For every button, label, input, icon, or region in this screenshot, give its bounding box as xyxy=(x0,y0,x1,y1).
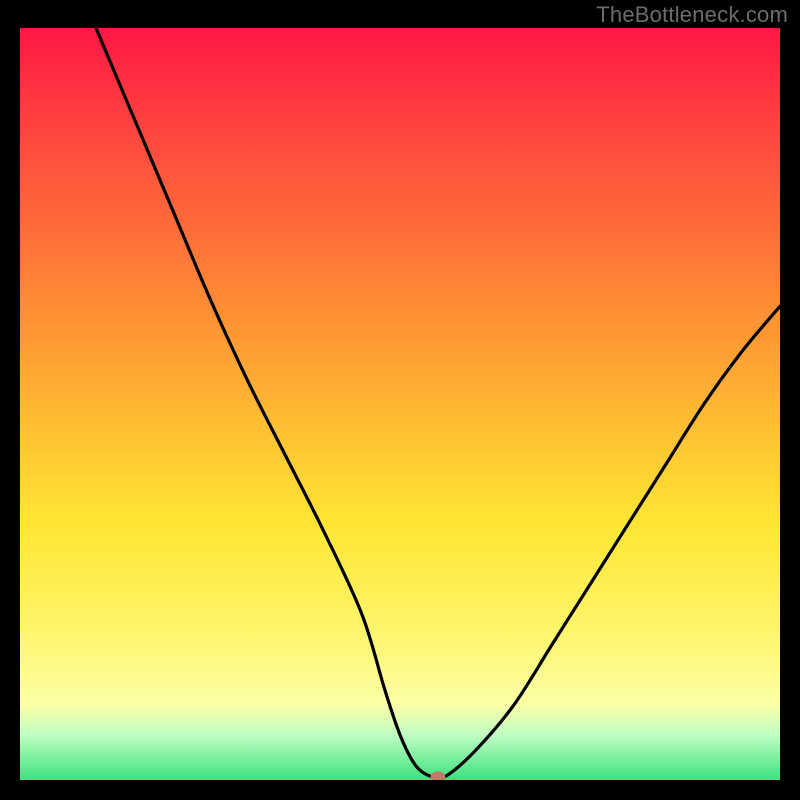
curve-svg xyxy=(20,28,780,780)
optimum-marker xyxy=(431,772,445,780)
plot-area xyxy=(20,28,780,780)
watermark-text: TheBottleneck.com xyxy=(596,2,788,28)
chart-frame: TheBottleneck.com xyxy=(0,0,800,800)
bottleneck-curve-path xyxy=(96,28,780,779)
